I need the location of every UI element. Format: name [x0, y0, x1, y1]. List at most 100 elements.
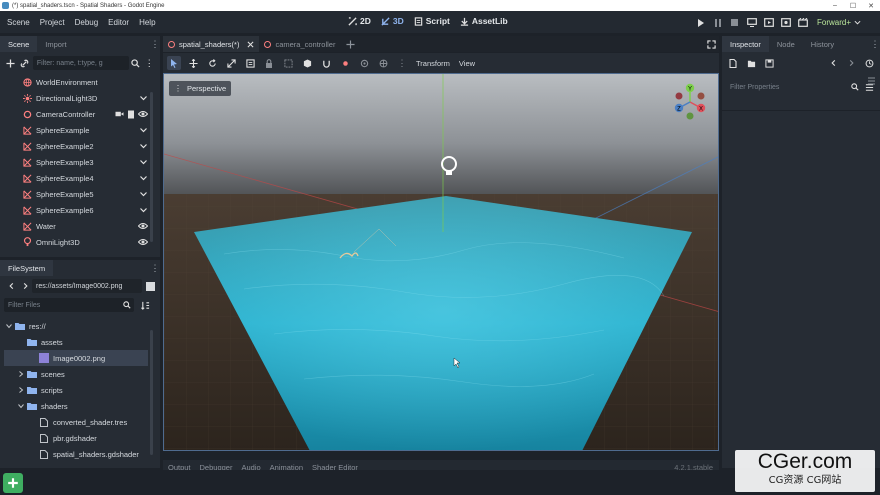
menu-scene[interactable]: Scene: [2, 18, 35, 27]
file-item-image0002-png[interactable]: Image0002.png: [4, 350, 148, 366]
add-node-button[interactable]: [4, 56, 17, 70]
environment-settings-button[interactable]: [376, 56, 390, 70]
workspace-script-button[interactable]: Script: [414, 16, 450, 26]
move-mode-button[interactable]: [186, 56, 200, 70]
load-resource-button[interactable]: [744, 56, 758, 70]
object-history-button[interactable]: [862, 56, 876, 70]
renderer-selector[interactable]: Forward+: [817, 18, 851, 27]
history-forward-button[interactable]: [844, 56, 858, 70]
visibility-eye-icon[interactable]: [138, 222, 148, 230]
distraction-free-icon[interactable]: [707, 39, 716, 49]
tab-history[interactable]: History: [803, 36, 842, 52]
camera-preview-icon[interactable]: [115, 110, 124, 118]
scene-filter-input[interactable]: Filter: name, t:type, g: [32, 56, 130, 70]
menu-help[interactable]: Help: [134, 18, 160, 27]
visibility-eye-icon[interactable]: [138, 110, 148, 118]
chevron-down-icon[interactable]: [139, 206, 148, 214]
3d-viewport[interactable]: Y X Z ⋮ Perspective: [163, 73, 719, 451]
scene-filter-options[interactable]: [129, 56, 142, 70]
perspective-menu[interactable]: ⋮ Perspective: [169, 81, 232, 96]
scene-node-sphereexample4[interactable]: SphereExample4: [4, 170, 148, 186]
history-back-button[interactable]: [826, 56, 840, 70]
group-button[interactable]: [281, 56, 295, 70]
expand-arrow-icon[interactable]: [6, 323, 15, 329]
filesystem-dock-menu[interactable]: ⋮: [150, 264, 160, 273]
view-menu[interactable]: View: [459, 59, 475, 68]
forward-button[interactable]: [18, 279, 32, 293]
object-properties-button[interactable]: [867, 76, 876, 87]
chevron-down-icon[interactable]: [139, 174, 148, 182]
toggle-preview-environment-button[interactable]: [357, 56, 371, 70]
play-custom-scene-button[interactable]: [777, 14, 794, 31]
close-window-button[interactable]: ✕: [862, 2, 880, 10]
new-resource-button[interactable]: [726, 56, 740, 70]
instantiate-scene-button[interactable]: [17, 56, 30, 70]
collapse-arrow-icon[interactable]: [18, 387, 27, 393]
select-mode-button[interactable]: [167, 56, 181, 70]
file-item-converted-shader-tres[interactable]: converted_shader.tres: [4, 414, 148, 430]
file-item-assets[interactable]: assets: [4, 334, 148, 350]
back-button[interactable]: [4, 279, 18, 293]
tab-inspector[interactable]: Inspector: [722, 36, 769, 52]
file-item-pbr-gdshader[interactable]: pbr.gdshader: [4, 430, 148, 446]
chevron-down-icon[interactable]: [139, 126, 148, 134]
file-item-res-[interactable]: res://: [4, 318, 148, 334]
collapse-arrow-icon[interactable]: [18, 371, 27, 377]
script-icon[interactable]: [127, 110, 135, 119]
expand-arrow-icon[interactable]: [18, 403, 27, 409]
use-local-space-button[interactable]: [300, 56, 314, 70]
toggle-preview-sunlight-button[interactable]: [338, 56, 352, 70]
scene-node-sphereexample3[interactable]: SphereExample3: [4, 154, 148, 170]
transform-menu[interactable]: Transform: [416, 59, 450, 68]
filesystem-path-field[interactable]: res://assets/Image0002.png: [32, 279, 142, 293]
inspector-filter-input[interactable]: Filter Properties: [726, 80, 845, 94]
scene-node-worldenvironment[interactable]: WorldEnvironment: [4, 74, 148, 90]
file-filter-input[interactable]: Filter Files: [4, 298, 134, 312]
scene-node-sphereexample2[interactable]: SphereExample2: [4, 138, 148, 154]
tab-import[interactable]: Import: [37, 36, 74, 52]
minimize-button[interactable]: –: [826, 2, 844, 10]
filesystem-scrollbar[interactable]: [150, 330, 153, 455]
tab-filesystem[interactable]: FileSystem: [0, 260, 54, 276]
stop-button[interactable]: [726, 14, 743, 31]
add-tab-icon[interactable]: [346, 39, 356, 49]
scene-node-water[interactable]: Water: [4, 218, 148, 234]
file-search-options[interactable]: [120, 298, 134, 312]
scene-node-sphereexample[interactable]: SphereExample: [4, 122, 148, 138]
file-item-scripts[interactable]: scripts: [4, 382, 148, 398]
chevron-down-icon[interactable]: [139, 190, 148, 198]
scene-node-directionallight3d[interactable]: DirectionalLight3D: [4, 90, 148, 106]
workspace-3d-button[interactable]: 3D: [381, 16, 404, 26]
list-select-button[interactable]: [243, 56, 257, 70]
play-project-button[interactable]: [692, 14, 709, 31]
pause-button[interactable]: [709, 14, 726, 31]
scene-node-sphereexample6[interactable]: SphereExample6: [4, 202, 148, 218]
scene-more-button[interactable]: ⋮: [143, 56, 156, 70]
lock-button[interactable]: [262, 56, 276, 70]
movie-maker-button[interactable]: [794, 14, 811, 31]
tab-spatial-shaders[interactable]: spatial_shaders(*): [163, 36, 260, 52]
scene-tree-scrollbar[interactable]: [150, 92, 153, 242]
chevron-down-icon[interactable]: [139, 94, 148, 102]
tab-node[interactable]: Node: [769, 36, 803, 52]
chevron-down-icon[interactable]: [139, 158, 148, 166]
scene-dock-menu[interactable]: ⋮: [150, 40, 160, 49]
workspace-assetlib-button[interactable]: AssetLib: [460, 16, 508, 26]
file-item-shaders[interactable]: shaders: [4, 398, 148, 414]
menu-project[interactable]: Project: [35, 18, 70, 27]
maximize-button[interactable]: ☐: [844, 2, 862, 10]
rotate-mode-button[interactable]: [205, 56, 219, 70]
workspace-2d-button[interactable]: 2D: [348, 16, 371, 26]
scene-node-sphereexample5[interactable]: SphereExample5: [4, 186, 148, 202]
inspector-dock-menu[interactable]: ⋮: [870, 40, 880, 49]
menu-editor[interactable]: Editor: [103, 18, 134, 27]
remote-deploy-button[interactable]: [743, 14, 760, 31]
visibility-eye-icon[interactable]: [138, 238, 148, 246]
scene-node-cameracontroller[interactable]: CameraController: [4, 106, 148, 122]
tab-camera-controller[interactable]: camera_controller: [259, 36, 340, 52]
sort-files-button[interactable]: [138, 298, 152, 312]
toggle-split-mode-button[interactable]: [146, 281, 155, 291]
save-resource-button[interactable]: [762, 56, 776, 70]
file-item-scenes[interactable]: scenes: [4, 366, 148, 382]
toolbar-more-button[interactable]: ⋮: [395, 56, 409, 70]
